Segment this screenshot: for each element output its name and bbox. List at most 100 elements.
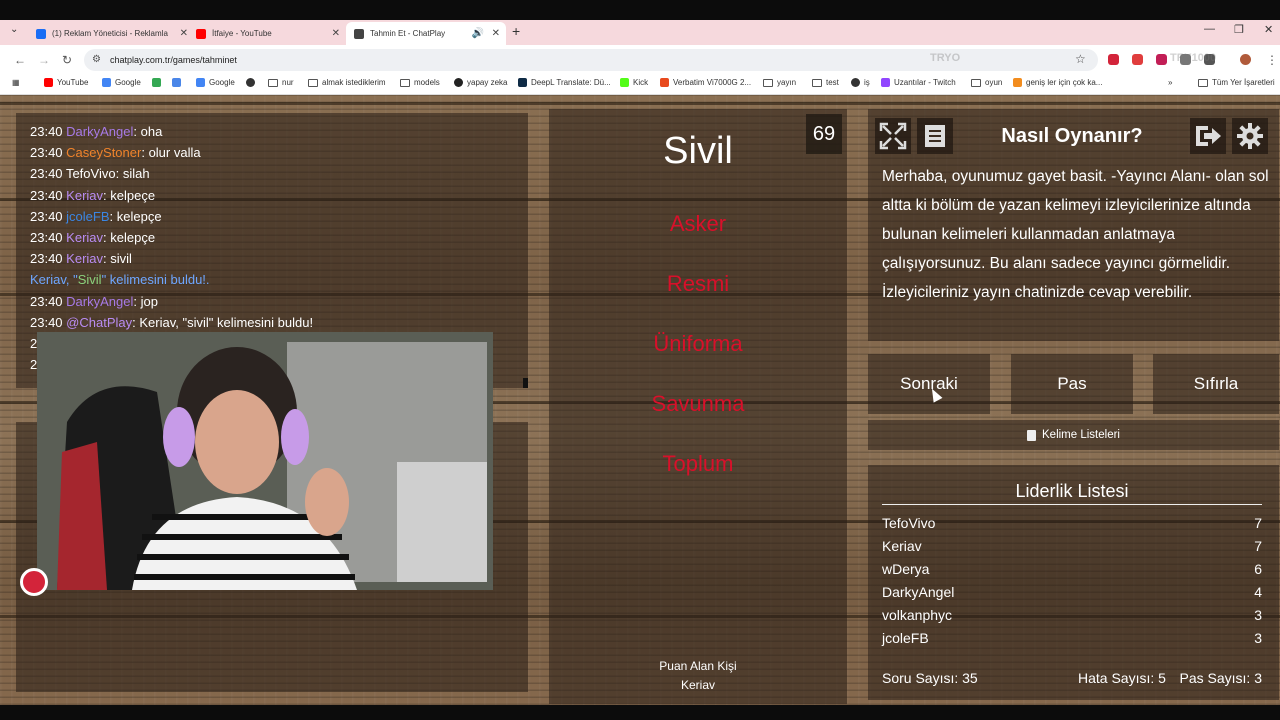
bookmark-translate[interactable] bbox=[172, 78, 185, 87]
reset-button[interactable]: Sıfırla bbox=[1153, 354, 1279, 414]
scrollbar[interactable] bbox=[523, 378, 528, 388]
chat-username[interactable]: @ChatPlay bbox=[66, 315, 132, 330]
bookmark-folder[interactable]: test bbox=[812, 78, 839, 87]
bookmark-verbatim[interactable]: Verbatim Vi7000G 2... bbox=[660, 78, 751, 87]
chat-time: 23:40 bbox=[30, 230, 63, 246]
chat-username[interactable]: DarkyAngel bbox=[66, 294, 133, 309]
bookmark-youtube[interactable]: YouTube bbox=[44, 78, 88, 87]
chat-username[interactable]: DarkyAngel bbox=[66, 124, 133, 139]
chat-username[interactable]: TefoVivo bbox=[66, 166, 116, 181]
bookmark-google2[interactable]: Google bbox=[196, 78, 235, 87]
chat-text: silah bbox=[122, 166, 150, 182]
more-bookmarks-icon[interactable]: » bbox=[1168, 78, 1172, 87]
extension-icon[interactable] bbox=[1132, 54, 1143, 65]
chat-text: kelpeçe bbox=[110, 187, 156, 203]
menu-icon[interactable]: ⋮ bbox=[1266, 53, 1278, 67]
bookmarks-bar: ▦ YouTube Google Google nur almak istedi… bbox=[0, 75, 1280, 95]
openai-icon bbox=[454, 78, 463, 87]
chat-username[interactable]: Keriav bbox=[66, 188, 103, 203]
bookmark-globe[interactable] bbox=[246, 78, 259, 87]
bookmark-folder[interactable]: yayın bbox=[763, 78, 796, 87]
chat-time: 23:40 bbox=[30, 124, 63, 139]
address-bar: ← → ↻ ⚙ chatplay.com.tr/games/tahminet ☆… bbox=[0, 45, 1280, 75]
player-score: 7 bbox=[1254, 515, 1262, 531]
bookmark-folder[interactable]: almak istediklerim bbox=[308, 78, 386, 87]
bookmark-ai[interactable]: yapay zeka bbox=[454, 78, 507, 87]
bookmark-g[interactable] bbox=[152, 78, 165, 87]
bookmark-label: Tüm Yer İşaretleri bbox=[1212, 78, 1275, 87]
close-icon[interactable]: ✕ bbox=[332, 28, 340, 39]
apps-icon[interactable]: ▦ bbox=[12, 78, 20, 87]
maximize-icon[interactable]: ❐ bbox=[1234, 23, 1244, 36]
player-score: 4 bbox=[1254, 584, 1262, 600]
bookmark-kick[interactable]: Kick bbox=[620, 78, 648, 87]
back-icon[interactable]: ← bbox=[14, 53, 26, 67]
tab-bar: ⌄ (1) Reklam Yöneticisi - Reklamla ✕ İtf… bbox=[0, 20, 1280, 45]
fullscreen-icon[interactable] bbox=[875, 118, 911, 154]
bookmark-folder[interactable]: models bbox=[400, 78, 440, 87]
logout-icon[interactable] bbox=[1190, 118, 1226, 154]
site-info-icon[interactable]: ⚙ bbox=[92, 54, 101, 65]
document-icon[interactable] bbox=[917, 118, 953, 154]
found-word: Sivil bbox=[77, 272, 102, 288]
new-tab-icon[interactable]: + bbox=[512, 23, 520, 39]
bookmark-label: test bbox=[826, 78, 839, 87]
bookmark-label: YouTube bbox=[57, 78, 89, 87]
next-button[interactable]: Sonraki bbox=[868, 354, 990, 414]
reload-icon[interactable]: ↻ bbox=[62, 53, 72, 67]
chat-username[interactable]: CaseyStoner bbox=[66, 145, 141, 160]
record-button[interactable] bbox=[20, 568, 48, 596]
bookmark-star-icon[interactable]: ☆ bbox=[1075, 52, 1086, 66]
chat-username[interactable]: Keriav bbox=[66, 230, 103, 245]
folder-icon bbox=[268, 78, 278, 87]
chat-username[interactable]: Keriav bbox=[66, 251, 103, 266]
bookmark-globe[interactable]: iş bbox=[851, 78, 870, 87]
bookmark-label: iş bbox=[864, 78, 870, 87]
word-lists-button[interactable]: Kelime Listeleri bbox=[868, 420, 1279, 450]
gear-icon[interactable] bbox=[1232, 118, 1268, 154]
bookmark-deepl[interactable]: DeepL Translate: Dü... bbox=[518, 78, 611, 87]
bookmark-folder[interactable]: oyun bbox=[971, 78, 1002, 87]
kick-icon bbox=[620, 78, 629, 87]
chat-text: olur valla bbox=[148, 145, 201, 161]
tab-youtube[interactable]: İtfaiye - YouTube ✕ bbox=[188, 22, 346, 45]
all-bookmarks[interactable]: Tüm Yer İşaretleri bbox=[1198, 78, 1275, 87]
system-text: Keriav, " bbox=[30, 272, 78, 288]
chat-message: 23:40 @ChatPlay: Keriav, "sivil" kelimes… bbox=[30, 312, 514, 333]
forward-icon[interactable]: → bbox=[38, 53, 50, 67]
close-icon[interactable]: ✕ bbox=[492, 28, 500, 39]
extension-icon[interactable] bbox=[1108, 54, 1119, 65]
pass-button[interactable]: Pas bbox=[1011, 354, 1133, 414]
extension-icon[interactable] bbox=[1156, 54, 1167, 65]
bookmark-label: nur bbox=[282, 78, 294, 87]
player-name: TefoVivo bbox=[882, 515, 936, 531]
globe-icon bbox=[851, 78, 860, 87]
bookmark-twitch[interactable]: Uzantılar - Twitch bbox=[881, 78, 956, 87]
chat-system-message: Keriav, "Sivil" kelimesini buldu!. bbox=[30, 269, 514, 290]
translate-icon bbox=[172, 78, 181, 87]
deepl-icon bbox=[518, 78, 527, 87]
bookmark-folder[interactable]: nur bbox=[268, 78, 294, 87]
scorer-label: Puan Alan Kişi bbox=[659, 659, 737, 673]
bookmark-site[interactable]: geniş ler için çok ka... bbox=[1013, 78, 1102, 87]
avatar[interactable] bbox=[1240, 54, 1251, 65]
chat-text: jop bbox=[140, 293, 158, 309]
bookmark-google[interactable]: Google bbox=[102, 78, 141, 87]
howto-text: Merhaba, oyunumuz gayet basit. -Yayıncı … bbox=[882, 168, 1269, 301]
divider bbox=[882, 504, 1262, 505]
leaderboard-row: jcoleFB 3 bbox=[882, 630, 1262, 646]
minimize-icon[interactable]: — bbox=[1204, 23, 1215, 35]
window-close-icon[interactable]: ✕ bbox=[1264, 23, 1273, 36]
tab-search-icon[interactable]: ⌄ bbox=[10, 24, 18, 35]
close-icon[interactable]: ✕ bbox=[180, 28, 188, 39]
tab-label: Tahmin Et - ChatPlay bbox=[370, 29, 446, 38]
chat-time: 23:40 bbox=[30, 208, 63, 224]
tab-ads-manager[interactable]: (1) Reklam Yöneticisi - Reklamla ✕ bbox=[28, 22, 194, 45]
player-score: 3 bbox=[1254, 630, 1262, 646]
audio-icon[interactable]: 🔊 bbox=[472, 28, 484, 39]
system-text: " kelimesini buldu!. bbox=[101, 272, 210, 288]
chat-separator: : bbox=[133, 293, 141, 309]
chat-username[interactable]: jcoleFB bbox=[66, 209, 109, 224]
tab-chatplay[interactable]: Tahmin Et - ChatPlay 🔊 ✕ bbox=[346, 22, 506, 45]
chat-message: 23:40 jcoleFB: kelepçe bbox=[30, 206, 514, 227]
